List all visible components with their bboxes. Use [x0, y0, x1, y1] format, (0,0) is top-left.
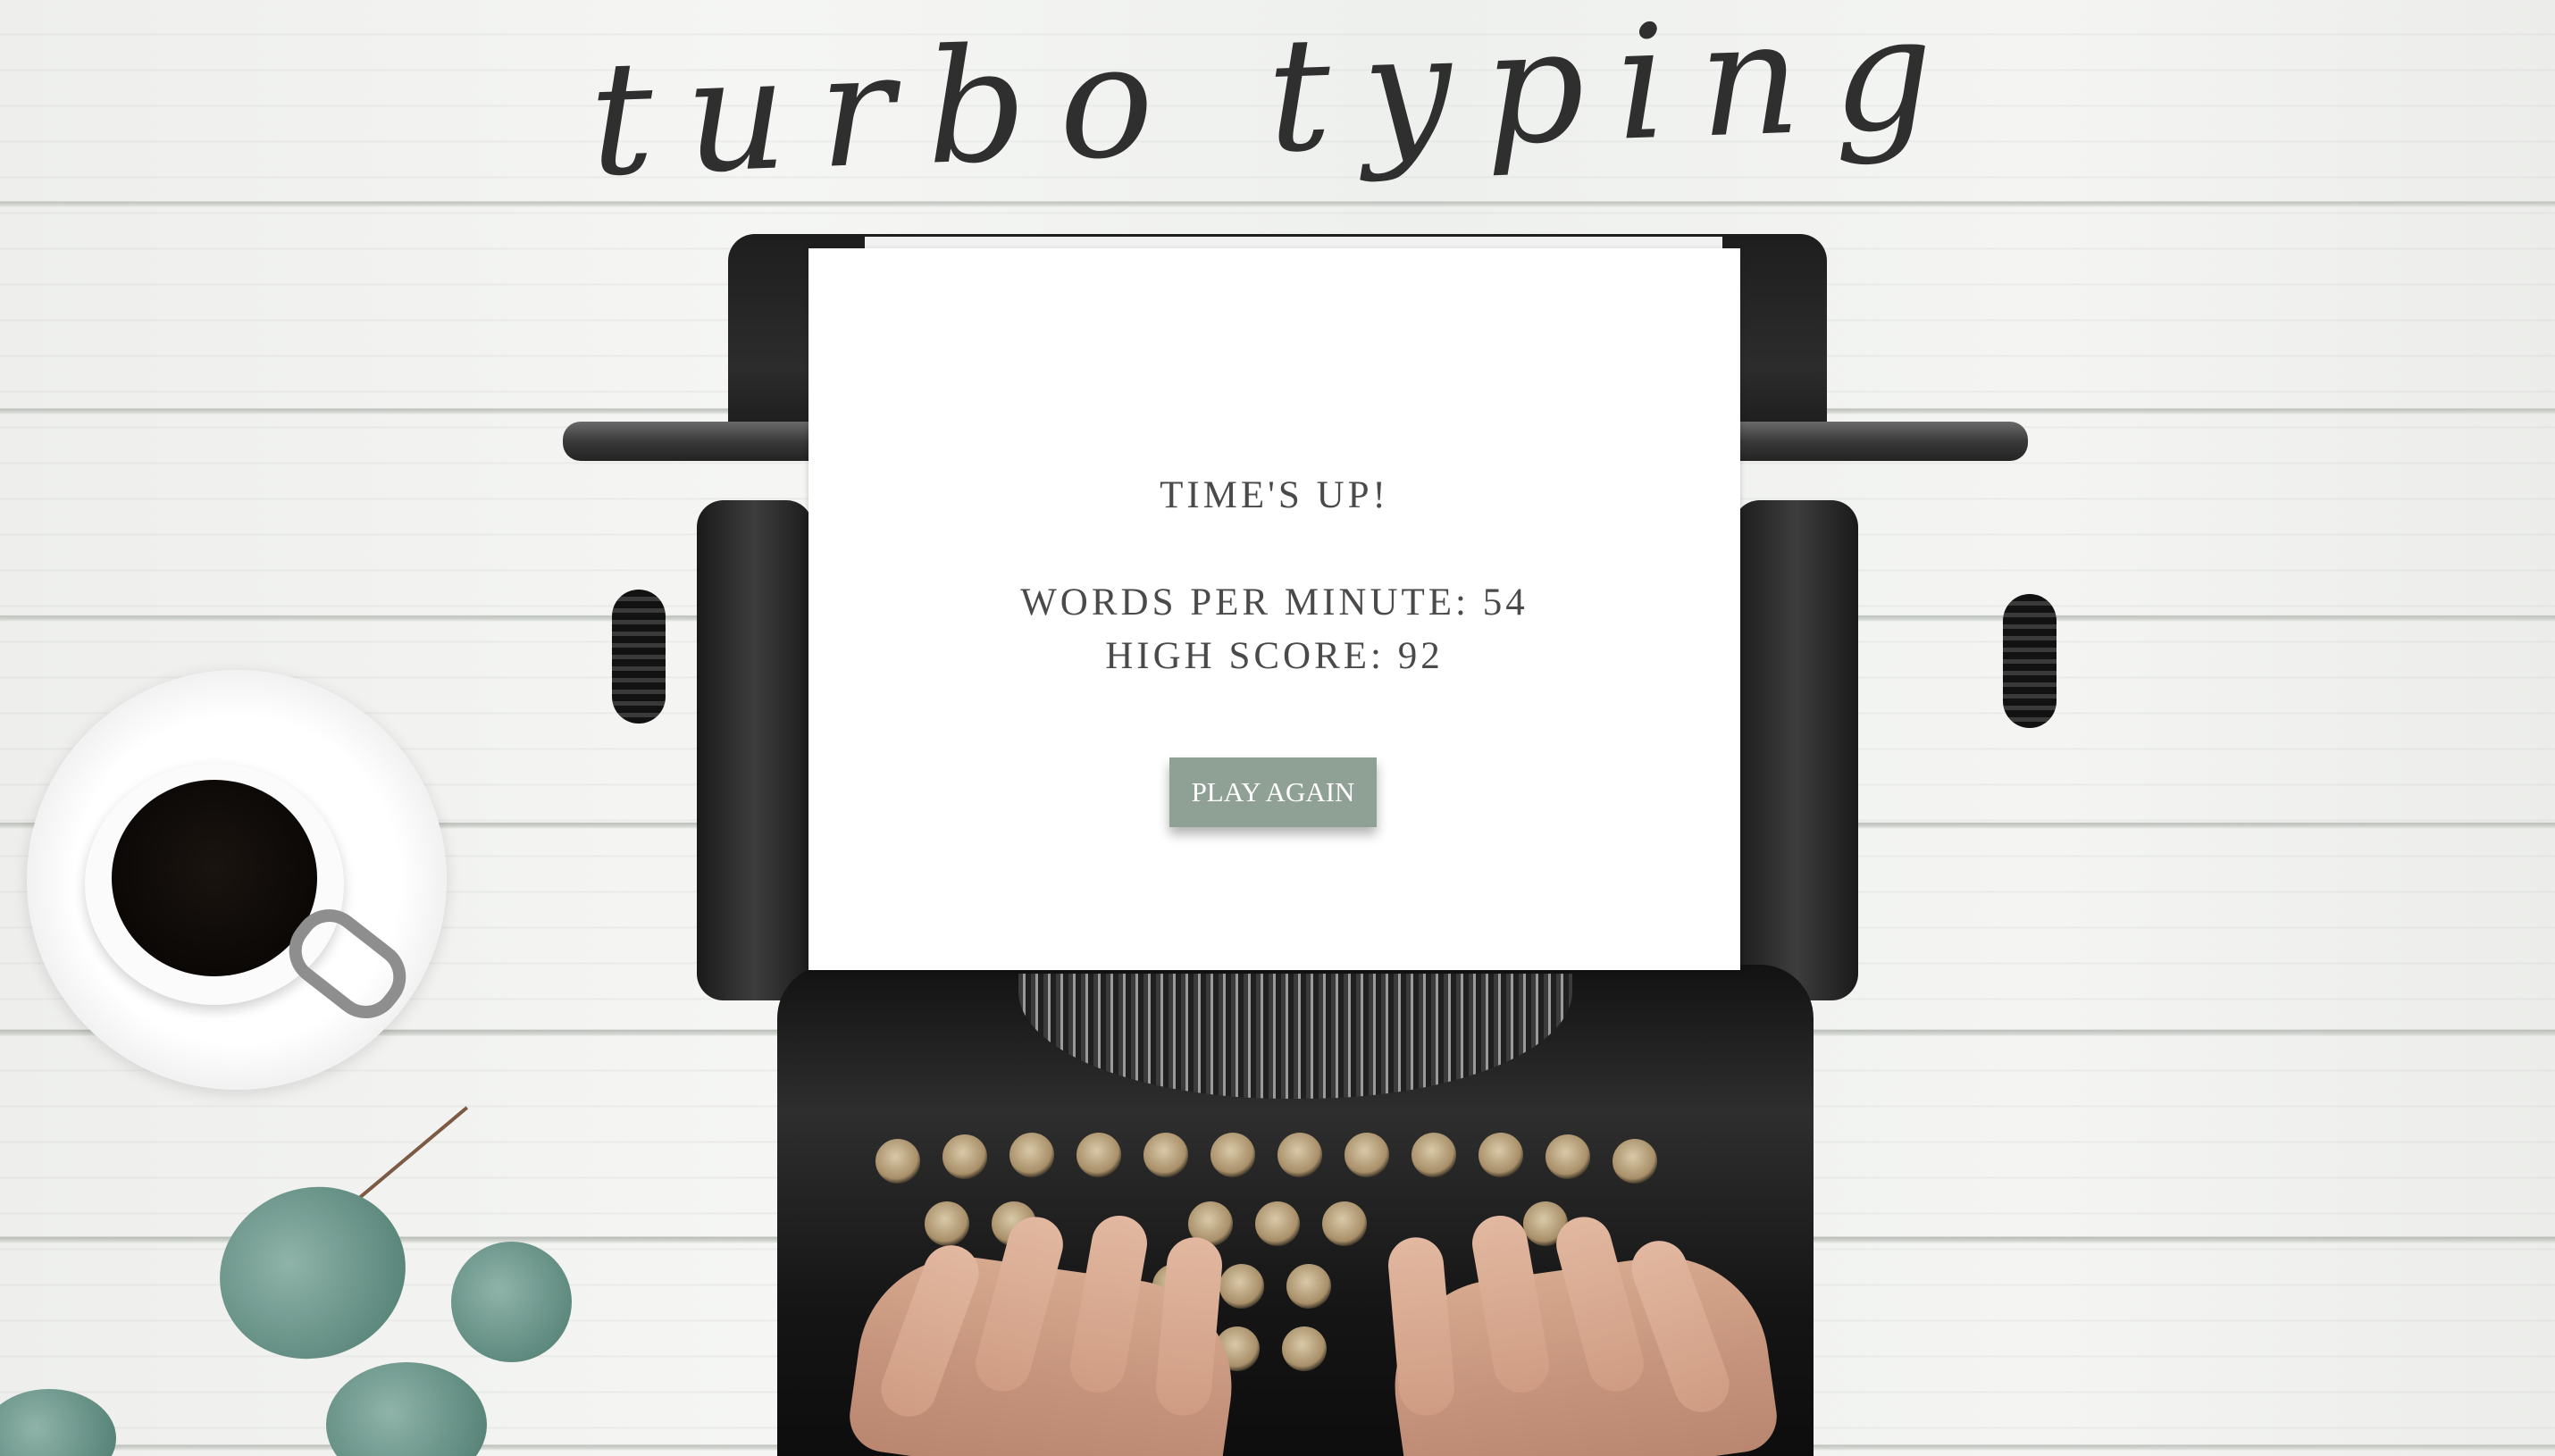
- app-title: turbo typing: [586, 0, 1969, 212]
- results-dialog: TIME'S UP! WORDS PER MINUTE: 54 HIGH SCO…: [808, 248, 1740, 970]
- play-again-button[interactable]: PLAY AGAIN: [1169, 757, 1377, 827]
- coffee-image: [112, 780, 317, 976]
- high-score-line: HIGH SCORE: 92: [808, 634, 1740, 678]
- leaf-image: [195, 1160, 431, 1385]
- high-score-value: 92: [1397, 635, 1444, 677]
- wpm-value: 54: [1482, 582, 1529, 623]
- platen-knob-image: [2003, 594, 2057, 728]
- times-up-heading: TIME'S UP!: [1160, 474, 1389, 516]
- leaf-image: [0, 1389, 116, 1456]
- high-score-label: HIGH SCORE:: [1105, 635, 1386, 677]
- wpm-label: WORDS PER MINUTE:: [1020, 582, 1470, 623]
- platen-knob-image: [612, 590, 666, 724]
- words-per-minute-line: WORDS PER MINUTE: 54: [808, 581, 1740, 624]
- leaf-image: [451, 1242, 572, 1362]
- leaf-image: [326, 1362, 487, 1456]
- typewriter-side-image: [697, 500, 813, 1000]
- typewriter-side-image: [1733, 500, 1858, 1000]
